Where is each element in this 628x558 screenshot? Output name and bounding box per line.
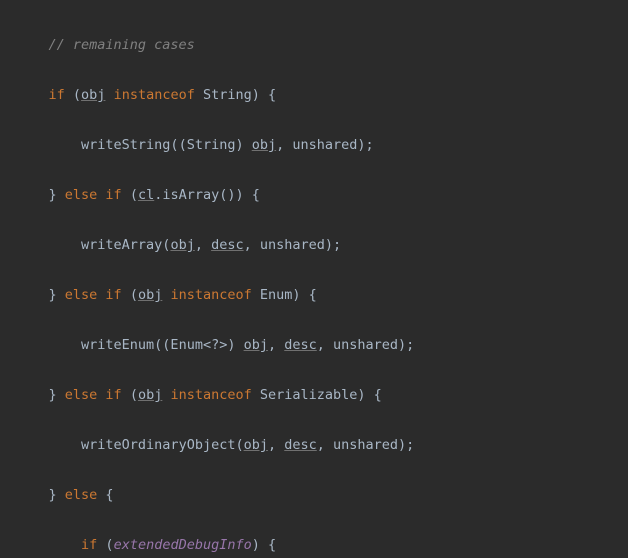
comment: // remaining cases bbox=[49, 37, 195, 53]
variable-obj: obj bbox=[138, 287, 162, 303]
keyword-else-if: else if bbox=[65, 287, 122, 303]
variable-desc: desc bbox=[284, 437, 317, 453]
code-editor: // remaining cases if (obj instanceof St… bbox=[0, 0, 628, 558]
keyword-if: if bbox=[49, 87, 65, 103]
variable-obj: obj bbox=[170, 237, 194, 253]
code-line: writeArray(obj, desc, unshared); bbox=[0, 233, 628, 258]
code-line: } else if (obj instanceof Serializable) … bbox=[0, 383, 628, 408]
type: String) { bbox=[195, 87, 276, 103]
keyword-else: else bbox=[65, 487, 98, 503]
keyword-instanceof: instanceof bbox=[170, 287, 251, 303]
code-line: } else { bbox=[0, 483, 628, 508]
code-line: // remaining cases bbox=[0, 33, 628, 58]
variable-obj: obj bbox=[244, 437, 268, 453]
keyword-else-if: else if bbox=[65, 187, 122, 203]
variable-obj: obj bbox=[81, 87, 105, 103]
code-line: } else if (cl.isArray()) { bbox=[0, 183, 628, 208]
call: writeString((String) bbox=[81, 137, 252, 153]
variable-obj: obj bbox=[138, 387, 162, 403]
code-line: writeString((String) obj, unshared); bbox=[0, 133, 628, 158]
code-line: if (obj instanceof String) { bbox=[0, 83, 628, 108]
variable-obj: obj bbox=[244, 337, 268, 353]
variable-cl: cl bbox=[138, 187, 154, 203]
code-line: } else if (obj instanceof Enum) { bbox=[0, 283, 628, 308]
variable-desc: desc bbox=[211, 237, 244, 253]
code-line: writeOrdinaryObject(obj, desc, unshared)… bbox=[0, 433, 628, 458]
code-line: if (extendedDebugInfo) { bbox=[0, 533, 628, 558]
code-line: writeEnum((Enum<?>) obj, desc, unshared)… bbox=[0, 333, 628, 358]
keyword-instanceof: instanceof bbox=[170, 387, 251, 403]
keyword-else-if: else if bbox=[65, 387, 122, 403]
keyword-instanceof: instanceof bbox=[114, 87, 195, 103]
variable-desc: desc bbox=[284, 337, 317, 353]
field: extendedDebugInfo bbox=[114, 537, 252, 553]
variable-obj: obj bbox=[252, 137, 276, 153]
keyword-if: if bbox=[81, 537, 97, 553]
